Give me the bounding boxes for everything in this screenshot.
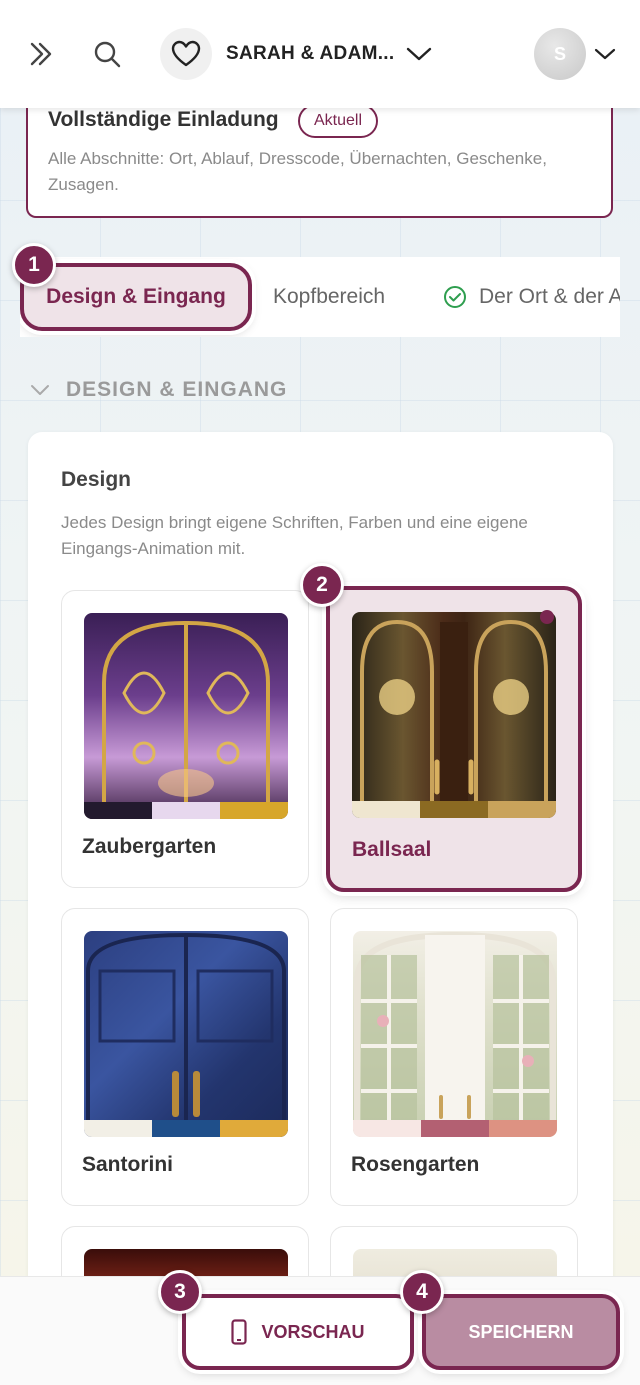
- invitation-title: Vollständige Einladung: [48, 108, 279, 131]
- tab-ort-ablauf[interactable]: Der Ort & der Ablauf: [443, 257, 620, 337]
- search-icon[interactable]: [88, 36, 126, 72]
- swatch: [420, 801, 488, 818]
- chevron-down-icon: [30, 384, 50, 396]
- design-name: Rosengarten: [351, 1153, 480, 1176]
- status-badge: Aktuell: [298, 104, 379, 138]
- bottom-action-bar: VORSCHAU SPEICHERN: [0, 1276, 640, 1385]
- design-name: Ballsaal: [352, 838, 432, 861]
- top-bar: SARAH & ADAM... S: [0, 0, 640, 108]
- swatch: [421, 1120, 489, 1137]
- swatch: [353, 1120, 421, 1137]
- step-badge: 1: [12, 243, 56, 287]
- design-thumbnail: [353, 931, 557, 1137]
- invitation-type-card[interactable]: Vollständige Einladung Aktuell Alle Absc…: [26, 90, 613, 218]
- design-card-santorini[interactable]: Santorini: [61, 908, 309, 1206]
- swatch: [84, 1120, 152, 1137]
- swatch: [488, 801, 556, 818]
- design-card-zaubergarten[interactable]: Zaubergarten: [61, 590, 309, 888]
- design-thumbnail: [352, 612, 556, 818]
- swatch: [220, 1120, 288, 1137]
- design-card-rosengarten[interactable]: Rosengarten: [330, 908, 578, 1206]
- color-swatches: [353, 1120, 557, 1137]
- tab-kopfbereich[interactable]: Kopfbereich: [273, 257, 385, 337]
- chevron-down-icon[interactable]: [404, 40, 434, 68]
- selected-indicator: [540, 610, 554, 624]
- preview-button-label: VORSCHAU: [261, 1321, 365, 1342]
- swatch: [152, 1120, 220, 1137]
- section-header[interactable]: DESIGN & EINGANG: [30, 378, 287, 402]
- wedding-selector-label[interactable]: SARAH & ADAM...: [226, 43, 394, 65]
- tab-design-eingang[interactable]: Design & Eingang: [20, 263, 252, 331]
- heart-icon[interactable]: [160, 28, 212, 80]
- step-badge: 4: [400, 1270, 444, 1314]
- swatch: [152, 802, 220, 819]
- swatch: [220, 802, 288, 819]
- swatch: [84, 802, 152, 819]
- design-card-ballsaal[interactable]: Ballsaal: [326, 586, 582, 892]
- section-title: DESIGN & EINGANG: [66, 378, 288, 401]
- check-circle-icon: [443, 285, 467, 309]
- design-panel-description: Jedes Design bringt eigene Schriften, Fa…: [61, 513, 528, 558]
- design-thumbnail: [84, 931, 288, 1137]
- step-badge: 3: [158, 1270, 202, 1314]
- design-thumbnail: [84, 613, 288, 819]
- double-chevron-right-icon[interactable]: [22, 36, 60, 72]
- invitation-description: Alle Abschnitte: Ort, Ablauf, Dresscode,…: [48, 149, 547, 194]
- smartphone-icon: [231, 1319, 248, 1345]
- design-panel-title: Design: [61, 468, 132, 491]
- color-swatches: [84, 802, 288, 819]
- preview-button[interactable]: VORSCHAU: [182, 1294, 414, 1370]
- color-swatches: [352, 801, 556, 818]
- section-tabs: Design & Eingang Kopfbereich Der Ort & d…: [20, 257, 620, 337]
- design-name: Zaubergarten: [82, 835, 217, 858]
- color-swatches: [84, 1120, 288, 1137]
- swatch: [352, 801, 420, 818]
- chevron-down-icon[interactable]: [592, 42, 618, 66]
- design-name: Santorini: [82, 1153, 174, 1176]
- swatch: [489, 1120, 557, 1137]
- tab-ort-ablauf-label: Der Ort & der Ablauf: [479, 285, 620, 308]
- avatar[interactable]: S: [534, 28, 586, 80]
- step-badge: 2: [300, 563, 344, 607]
- save-button[interactable]: SPEICHERN: [422, 1294, 620, 1370]
- design-panel: Design Jedes Design bringt eigene Schrif…: [28, 432, 613, 1346]
